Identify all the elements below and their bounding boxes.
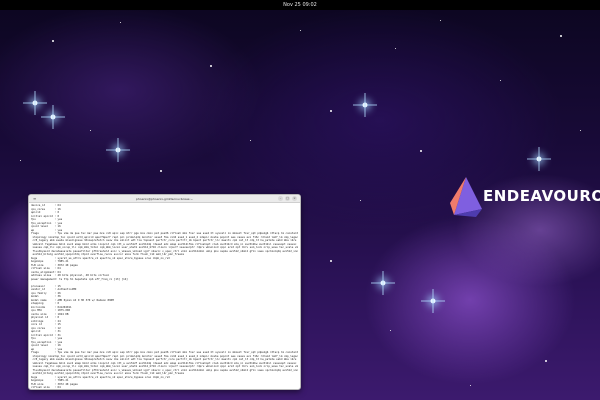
star <box>500 80 501 81</box>
clock[interactable]: Nov 25 09:02 <box>283 2 317 8</box>
star <box>360 200 361 201</box>
star <box>470 385 471 386</box>
star <box>330 260 332 262</box>
close-icon[interactable]: × <box>292 196 297 201</box>
bright-star <box>428 296 438 306</box>
star <box>390 330 391 331</box>
star <box>52 40 54 42</box>
top-panel: Nov 25 09:02 <box>0 0 600 10</box>
terminal-line: flags : fpu vme de pse tsc msr pae mce c… <box>31 351 298 354</box>
terminal-line: xsaves cqm_llc cqm_occup_llc cqm_mbm_tot… <box>31 365 298 368</box>
terminal-titlebar[interactable]: ≡ phoenix@phoenix-gmktecnucboxes:~ – □ × <box>29 195 300 203</box>
terminal-output[interactable]: device_id : 64 cpu_cores : 16 apicid : 0 in… <box>29 203 300 391</box>
bright-star <box>113 145 123 155</box>
star <box>20 160 21 161</box>
bright-star <box>378 278 388 288</box>
star <box>160 170 162 172</box>
terminal-title: phoenix@phoenix-gmktecnucboxes:~ <box>135 196 194 201</box>
star <box>545 360 547 362</box>
bright-star <box>48 112 58 122</box>
bright-star <box>360 100 370 110</box>
maximize-icon[interactable]: □ <box>285 196 290 201</box>
star <box>90 130 91 131</box>
star <box>330 110 332 112</box>
endeavouros-logo: ENDEAVOUROS <box>446 175 600 219</box>
logo-text: ENDEAVOUROS <box>483 187 600 205</box>
star <box>395 48 396 49</box>
star <box>250 140 251 141</box>
star <box>440 20 441 21</box>
menu-icon[interactable]: ≡ <box>33 196 36 201</box>
star <box>120 22 121 23</box>
minimize-icon[interactable]: – <box>278 196 283 201</box>
bright-star <box>534 154 544 164</box>
endeavouros-logo-icon <box>450 177 482 217</box>
star <box>560 35 562 37</box>
terminal-line: xsaves cqm_llc cqm_occup_llc cqm_mbm_tot… <box>31 246 298 249</box>
star <box>580 130 581 131</box>
terminal-line: flags : fpu vme de pse tsc msr pae mce c… <box>31 232 298 235</box>
star <box>300 30 301 31</box>
star <box>210 65 212 67</box>
bright-star <box>30 98 40 108</box>
terminal-line: cache_alignment: 64 <box>31 390 298 391</box>
terminal-line: cr8_legacy abm sse4a misalignsse 3dnowpr… <box>31 239 298 242</box>
star <box>420 150 422 152</box>
terminal-line: cr8_legacy abm sse4a misalignsse 3dnowpr… <box>31 358 298 361</box>
terminal-window[interactable]: ≡ phoenix@phoenix-gmktecnucboxes:~ – □ ×… <box>28 194 301 390</box>
